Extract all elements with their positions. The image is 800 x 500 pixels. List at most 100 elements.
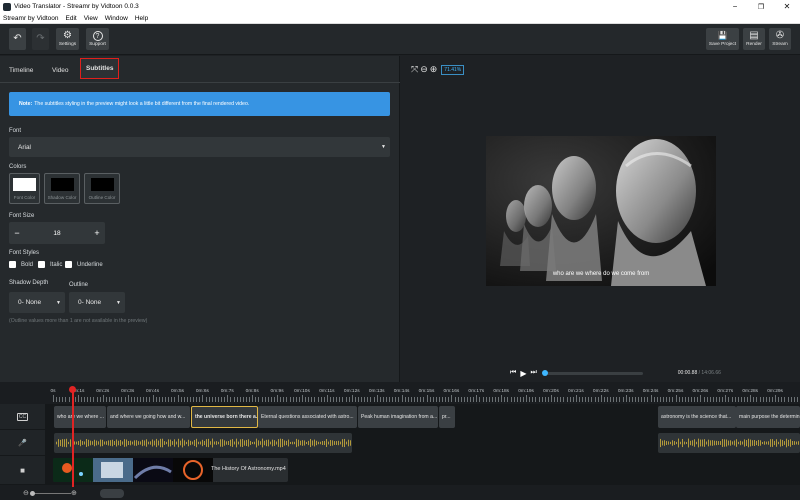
tab-subtitles[interactable]: Subtitles bbox=[80, 58, 120, 79]
audio-clip[interactable] bbox=[658, 433, 800, 453]
ruler-minor-tick bbox=[719, 397, 720, 402]
underline-checkbox-box[interactable] bbox=[65, 261, 72, 268]
italic-checkbox-box[interactable] bbox=[38, 261, 45, 268]
waveform-bar bbox=[748, 438, 749, 448]
underline-checkbox[interactable]: Underline bbox=[65, 261, 103, 268]
ruler-minor-tick bbox=[236, 397, 238, 402]
timeline-zoom-out-icon[interactable]: ⊖ bbox=[23, 489, 29, 497]
zoom-in-icon[interactable]: ⊕ bbox=[430, 64, 438, 75]
waveform-bar bbox=[704, 439, 705, 447]
video-preview[interactable]: who are we where do we come from bbox=[486, 136, 716, 286]
ruler-minor-tick bbox=[575, 395, 577, 402]
font-select[interactable]: Arial ▼ bbox=[9, 137, 390, 157]
seek-handle[interactable] bbox=[541, 369, 548, 376]
shadow-depth-select[interactable]: 0- None ▼ bbox=[9, 292, 65, 313]
ruler-minor-tick bbox=[158, 397, 160, 402]
ruler-minor-tick bbox=[370, 397, 371, 402]
waveform-bar bbox=[322, 440, 323, 446]
horizontal-scrollbar[interactable] bbox=[100, 489, 124, 498]
increase-button[interactable]: + bbox=[89, 228, 105, 238]
skip-back-icon[interactable]: ⏮ bbox=[510, 369, 516, 377]
waveform-bar bbox=[336, 441, 337, 445]
play-icon[interactable]: ▶ bbox=[520, 369, 526, 378]
close-button[interactable]: ✕ bbox=[774, 0, 800, 13]
timeline-zoom-slider[interactable] bbox=[33, 493, 71, 494]
font-size-value[interactable]: 18 bbox=[25, 230, 89, 237]
bold-checkbox-box[interactable] bbox=[9, 261, 16, 268]
outline-select[interactable]: 0- None ▼ bbox=[69, 292, 125, 313]
timeline-zoom-in-icon[interactable]: ⊕ bbox=[71, 489, 77, 497]
subtitle-clip-selected[interactable]: the universe born there a... bbox=[191, 406, 258, 428]
ruler-minor-tick bbox=[504, 397, 505, 402]
italic-checkbox[interactable]: Italic bbox=[38, 261, 62, 268]
video-clip[interactable]: The History Of Astronomy.mp4 bbox=[53, 458, 288, 482]
decrease-button[interactable]: − bbox=[9, 228, 25, 238]
subtitle-clip[interactable]: and where we going how and w... bbox=[107, 406, 190, 428]
audio-clip[interactable] bbox=[54, 433, 352, 453]
maximize-button[interactable]: ❐ bbox=[748, 0, 774, 13]
ruler-minor-tick bbox=[295, 397, 297, 402]
subtitle-clip[interactable]: Peak human imagination from a... bbox=[358, 406, 438, 428]
waveform-bar bbox=[696, 441, 697, 445]
skip-forward-icon[interactable]: ⏭ bbox=[530, 369, 536, 377]
shadow-color-swatch[interactable]: Shadow Color bbox=[44, 173, 80, 204]
undo-button[interactable]: ↶ bbox=[9, 28, 26, 50]
font-color-swatch[interactable]: Font Color bbox=[9, 173, 40, 204]
zoom-out-icon[interactable]: ⊖ bbox=[420, 64, 428, 75]
ruler-minor-tick bbox=[404, 397, 406, 402]
window-title: Video Translator - Streamr by Vidtoon 0.… bbox=[14, 3, 139, 10]
tab-video[interactable]: Video bbox=[52, 62, 69, 78]
waveform-bar bbox=[716, 440, 717, 446]
menu-app[interactable]: Streamr by Vidtoon bbox=[3, 15, 59, 22]
render-button[interactable]: ▤ Render bbox=[743, 28, 765, 50]
subtitle-clip[interactable]: who are we where ... bbox=[54, 406, 106, 428]
waveform-bar bbox=[182, 438, 183, 448]
ruler-minor-tick bbox=[252, 395, 253, 402]
waveform-bar bbox=[698, 438, 699, 448]
ruler-minor-tick bbox=[87, 397, 88, 402]
menu-window[interactable]: Window bbox=[105, 15, 128, 22]
menu-help[interactable]: Help bbox=[135, 15, 148, 22]
waveform-bar bbox=[174, 439, 175, 447]
ruler-minor-tick bbox=[675, 395, 676, 402]
ruler-minor-tick bbox=[348, 397, 350, 402]
ruler-minor-tick bbox=[638, 397, 639, 402]
gear-icon: ⚙ bbox=[63, 30, 72, 41]
save-project-button[interactable]: 💾 Save Project bbox=[706, 28, 739, 50]
subtitle-clip[interactable]: main purpose the determin... bbox=[736, 406, 800, 428]
time-ruler[interactable]: 0s 0m:1s 0m:2s 0m:3s 0m:4s 0m:5s 0m:6s 0m:7s 0m:… bbox=[45, 382, 800, 404]
waveform-bar bbox=[342, 439, 343, 447]
playhead[interactable] bbox=[72, 389, 74, 494]
menu-edit[interactable]: Edit bbox=[66, 15, 77, 22]
timeline-zoom-handle[interactable] bbox=[30, 491, 35, 496]
zoom-fit-icon[interactable]: ⤧ bbox=[411, 64, 418, 75]
ruler-minor-tick bbox=[121, 397, 122, 402]
settings-button[interactable]: ⚙ Settings bbox=[56, 28, 79, 50]
undo-icon: ↶ bbox=[13, 33, 22, 44]
bold-checkbox[interactable]: Bold bbox=[9, 261, 33, 268]
ruler-minor-tick bbox=[112, 397, 113, 402]
subtitle-clip[interactable]: astronomy is the science that... bbox=[658, 406, 736, 428]
seek-bar[interactable] bbox=[541, 369, 643, 376]
subtitle-clip[interactable]: Eternal questions associated with astro.… bbox=[258, 406, 357, 428]
redo-button[interactable]: ↷ bbox=[32, 28, 49, 50]
ruler-minor-tick bbox=[743, 397, 745, 402]
waveform-bar bbox=[256, 438, 257, 448]
menu-view[interactable]: View bbox=[84, 15, 98, 22]
waveform-bar bbox=[706, 441, 707, 445]
waveform-bar bbox=[134, 440, 135, 446]
ruler-minor-tick bbox=[653, 397, 655, 402]
waveform-bar bbox=[144, 440, 145, 446]
waveform-bar bbox=[238, 441, 239, 445]
subtitle-clip[interactable]: pr... bbox=[439, 406, 455, 428]
minimize-button[interactable]: − bbox=[722, 0, 748, 13]
ruler-minor-tick bbox=[289, 397, 291, 402]
tab-timeline[interactable]: Timeline bbox=[9, 62, 33, 78]
waveform-bar bbox=[778, 441, 779, 445]
stream-button[interactable]: ✇ Stream bbox=[769, 28, 791, 50]
support-button[interactable]: ? Support bbox=[86, 28, 109, 50]
waveform-bar bbox=[776, 439, 777, 447]
outline-color-swatch[interactable]: Outline Color bbox=[84, 173, 120, 204]
ruler-minor-tick bbox=[423, 397, 424, 402]
ruler-tick-label: 0s bbox=[50, 389, 56, 394]
